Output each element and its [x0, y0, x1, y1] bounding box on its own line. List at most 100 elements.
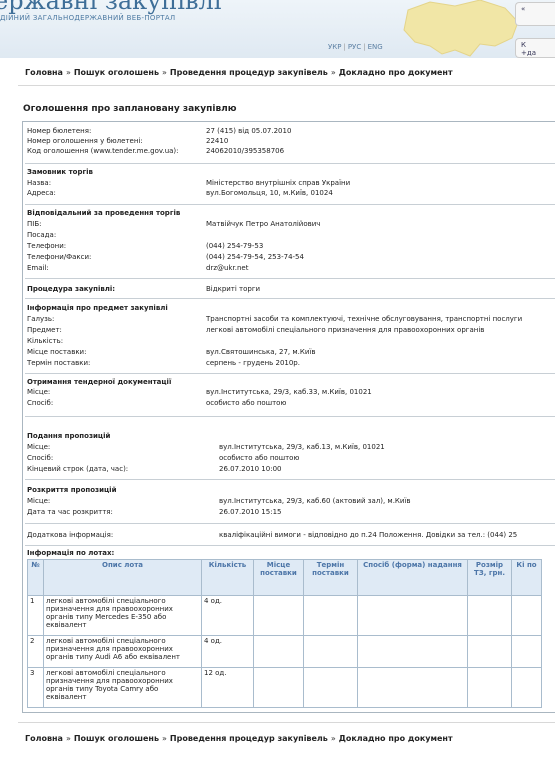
responsible-email-label: Email: [27, 264, 49, 272]
bulletin-number-label: Номер бюлетеня: [27, 127, 92, 135]
lot-quantity: 4 од. [201, 595, 254, 636]
opening-place-value: вул.Інститутська, 29/3, каб.60 (актовий … [219, 497, 411, 505]
lot-number: 3 [27, 667, 44, 708]
breadcrumb-current[interactable]: Докладно про документ [339, 734, 453, 743]
opening-place-label: Місце: [27, 497, 51, 505]
lot-number: 1 [27, 595, 44, 636]
lang-rus[interactable]: РУС [348, 43, 361, 51]
table-row: 2 легкові автомобілі спеціального призна… [27, 635, 542, 668]
proposals-method-label: Спосіб: [27, 454, 54, 462]
lots-heading: Інформація по лотах: [27, 549, 115, 557]
bulletin-number-value: 27 (415) від 05.07.2010 [206, 127, 292, 135]
breadcrumb-search[interactable]: Пошук оголошень [74, 734, 159, 743]
breadcrumb-procedures[interactable]: Проведення процедур закупівель [170, 734, 328, 743]
lang-eng[interactable]: ENG [368, 43, 383, 51]
customer-name-label: Назва: [27, 179, 52, 187]
col-quantity: Кількість [201, 559, 254, 596]
section-divider [25, 545, 555, 546]
breadcrumb-current[interactable]: Докладно про документ [339, 68, 453, 77]
lang-ukr[interactable]: УКР [328, 43, 341, 51]
docs-method-label: Спосіб: [27, 399, 54, 407]
divider [18, 85, 555, 86]
announcement-code-value: 24062010/395358706 [206, 147, 285, 155]
breadcrumb-home[interactable]: Головна [25, 68, 63, 77]
col-number: № [27, 559, 44, 596]
subject-delivery-term-label: Термін поставки: [27, 359, 91, 367]
customer-address-value: вул.Богомольця, 10, м.Київ, 01024 [206, 189, 333, 197]
col-delivery-place: Місце поставки [253, 559, 304, 596]
responsible-email-value[interactable]: drz@ukr.net [206, 264, 248, 273]
announcement-number-value: 22410 [206, 137, 229, 145]
lot-description: легкові автомобілі спеціального призначе… [43, 667, 202, 708]
procedure-value: Відкриті торги [206, 285, 261, 293]
col-cut: Кі по [511, 559, 542, 596]
procedure-label: Процедура закупівлі: [27, 285, 116, 293]
announcement-code-label: Код оголошення (www.tender.me.gov.ua): [27, 147, 179, 155]
divider [18, 722, 555, 723]
lots-table: № Опис лота Кількість Місце поставки Тер… [27, 559, 542, 708]
docs-place-label: Місце: [27, 388, 51, 396]
responsible-phone-value: (044) 254-79-53 [206, 242, 264, 250]
subject-industry-label: Галузь: [27, 315, 55, 323]
proposals-place-value: вул.Інститутська, 29/3, каб.13, м.Київ, … [219, 443, 385, 451]
docs-heading: Отримання тендерної документації [27, 378, 172, 386]
responsible-phone-label: Телефони: [27, 242, 67, 250]
customer-address-label: Адреса: [27, 189, 56, 197]
proposals-deadline-value: 26.07.2010 10:00 [219, 465, 282, 473]
subject-delivery-term-value: серпень - грудень 2010р. [206, 359, 300, 367]
customer-name-value: Міністерство внутрішніх справ України [206, 179, 351, 187]
breadcrumb-procedures[interactable]: Проведення процедур закупівель [170, 68, 328, 77]
responsible-name-label: ПІБ: [27, 220, 42, 228]
announcement-box: Номер бюлетеня: 27 (415) від 05.07.2010 … [22, 121, 555, 713]
additional-label: Додаткова інформація: [27, 531, 114, 539]
language-switcher: УКР | РУС | ENG [328, 43, 383, 51]
section-divider [25, 416, 555, 417]
breadcrumb-home[interactable]: Головна [25, 734, 63, 743]
responsible-fax-value: (044) 254-79-54, 253-74-54 [206, 253, 304, 261]
lot-description: легкові автомобілі спеціального призначе… [43, 635, 202, 668]
table-row: 1 легкові автомобілі спеціального призна… [27, 595, 542, 636]
docs-place-value: вул.Інститутська, 29/3, каб.33, м.Київ, … [206, 388, 372, 396]
responsible-position-label: Посада: [27, 231, 57, 239]
col-description: Опис лота [43, 559, 202, 596]
table-row: 3 легкові автомобілі спеціального призна… [27, 667, 542, 708]
breadcrumb-search[interactable]: Пошук оголошень [74, 68, 159, 77]
customer-heading: Замовник торгів [27, 168, 93, 176]
lot-description: легкові автомобілі спеціального призначе… [43, 595, 202, 636]
subject-heading: Інформація про предмет закупівлі [27, 304, 168, 312]
subject-item-value: легкові автомобілі спеціального призначе… [206, 326, 485, 334]
proposals-heading: Подання пропозицій [27, 432, 111, 440]
docs-method-value: особисто або поштою [206, 399, 287, 407]
additional-value: кваліфікаційні вимоги - відповідно до п.… [219, 531, 518, 539]
lot-number: 2 [27, 635, 44, 668]
section-divider [25, 298, 555, 299]
subject-delivery-place-value: вул.Святошинська, 27, м.Київ [206, 348, 316, 356]
ukraine-map-icon [403, 0, 519, 57]
lot-quantity: 12 од. [201, 667, 254, 708]
section-divider [25, 523, 555, 524]
proposals-method-value: особисто або поштою [219, 454, 300, 462]
col-delivery-term: Термін поставки [303, 559, 358, 596]
opening-date-label: Дата та час розкриття: [27, 508, 113, 516]
site-header: ержавні закупівлі ДІЙНИЙ ЗАГАЛЬНОДЕРЖАВН… [0, 0, 555, 59]
opening-heading: Розкриття пропозицій [27, 486, 117, 494]
responsible-fax-label: Телефони/Факси: [27, 253, 92, 261]
section-divider [25, 204, 555, 205]
announcement-number-label: Номер оголошення у бюлетені: [27, 137, 143, 145]
opening-date-value: 26.07.2010 15:15 [219, 508, 282, 516]
header-side-button[interactable]: « [515, 2, 555, 26]
section-divider [25, 163, 555, 164]
section-divider [25, 479, 555, 480]
site-subtitle: ДІЙНИЙ ЗАГАЛЬНОДЕРЖАВНИЙ ВЕБ-ПОРТАЛ [0, 14, 176, 22]
header-side-button-2[interactable]: К +да [515, 38, 555, 58]
page-title: Оголошення про заплановану закупівлю [23, 104, 237, 114]
subject-industry-value: Транспортні засоби та комплектуючі, техн… [206, 315, 523, 323]
col-method: Спосіб (форма) надання [357, 559, 468, 596]
responsible-name-value: Матвійчук Петро Анатолійович [206, 220, 321, 228]
subject-item-label: Предмет: [27, 326, 62, 334]
breadcrumb-bottom: Головна» Пошук оголошень» Проведення проце… [25, 734, 453, 743]
proposals-deadline-label: Кінцевий строк (дата, час): [27, 465, 129, 473]
subject-quantity-label: Кількість: [27, 337, 64, 345]
proposals-place-label: Місце: [27, 443, 51, 451]
site-title[interactable]: ержавні закупівлі [0, 0, 221, 15]
